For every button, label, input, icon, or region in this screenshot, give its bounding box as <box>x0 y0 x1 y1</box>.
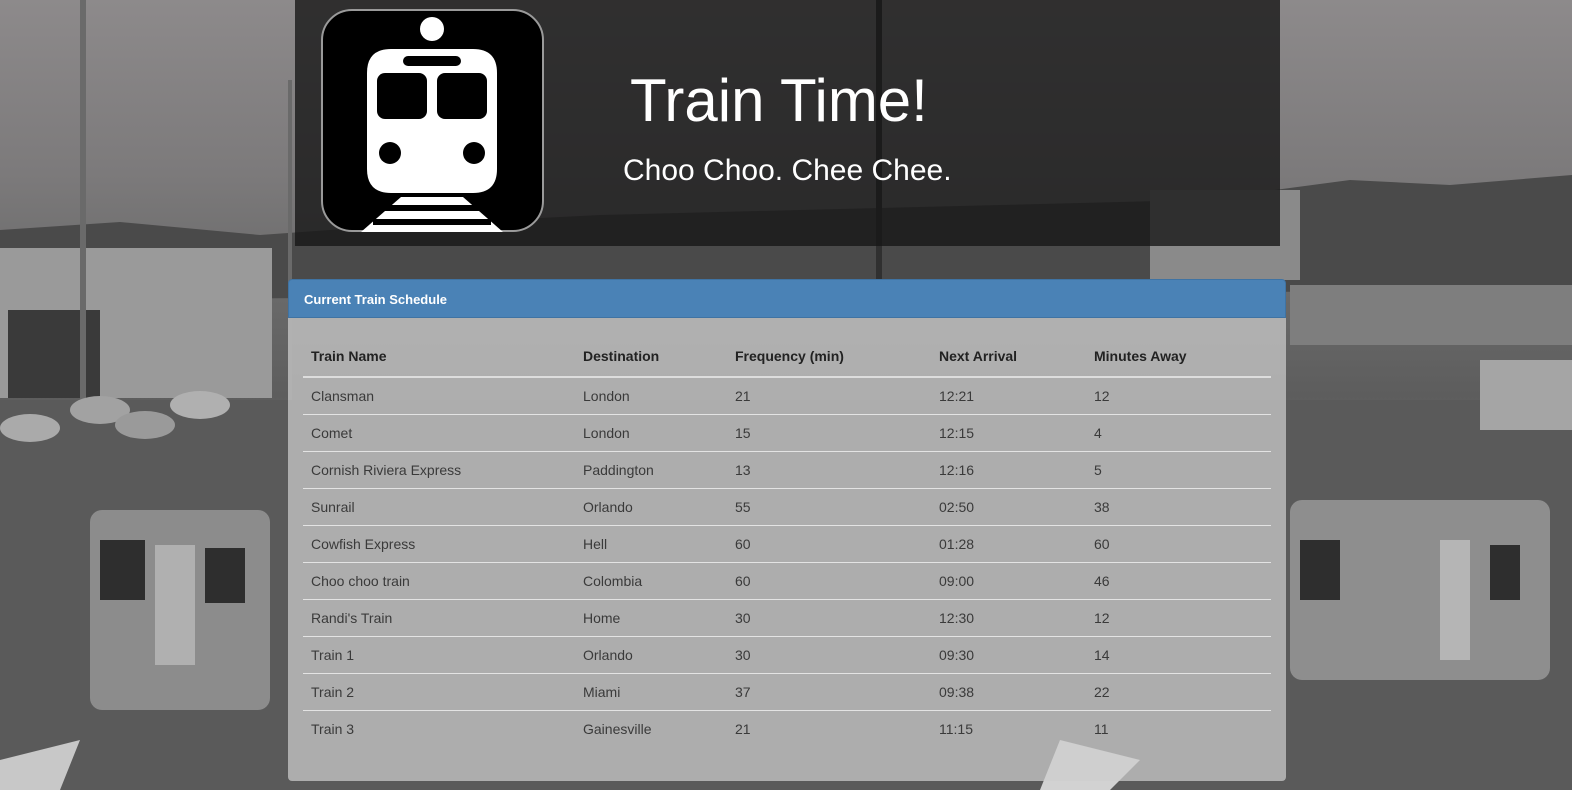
column-header-frequency: Frequency (min) <box>727 336 931 378</box>
cell-minutes-away: 12 <box>1086 599 1271 637</box>
cell-next-arrival: 09:30 <box>931 636 1086 674</box>
cell-destination: Colombia <box>575 562 727 600</box>
table-row: Train 1 Orlando 30 09:30 14 <box>303 636 1271 674</box>
table-header-row: Train Name Destination Frequency (min) N… <box>303 336 1271 378</box>
cell-frequency: 60 <box>727 525 931 563</box>
table-row: Train 3 Gainesville 21 11:15 11 <box>303 710 1271 747</box>
column-header-destination: Destination <box>575 336 727 378</box>
cell-destination: Orlando <box>575 636 727 674</box>
cell-frequency: 37 <box>727 673 931 711</box>
column-header-next-arrival: Next Arrival <box>931 336 1086 378</box>
cell-next-arrival: 12:21 <box>939 388 975 404</box>
cell-minutes-away: 60 <box>1086 525 1271 563</box>
cell-next-arrival: 09:00 <box>931 562 1086 600</box>
cell-destination: Gainesville <box>575 710 727 747</box>
cell-train-name: Train 2 <box>303 673 575 711</box>
cell-next-arrival: 02:50 <box>931 488 1086 526</box>
cell-train-name: Cowfish Express <box>303 525 575 563</box>
cell-next-arrival: 11:15 <box>931 710 1086 747</box>
cell-frequency: 21 <box>727 710 931 747</box>
cell-minutes-away: 14 <box>1086 636 1271 674</box>
train-front-icon <box>321 9 544 232</box>
cell-train-name: Sunrail <box>303 488 575 526</box>
cell-destination: Hell <box>575 525 727 563</box>
table-row: Randi's Train Home 30 12:30 12 <box>303 599 1271 637</box>
page-subtitle: Choo Choo. Chee Chee. <box>623 154 952 187</box>
cell-next-arrival: 12:30 <box>931 599 1086 637</box>
cell-minutes-away: 38 <box>1086 488 1271 526</box>
table-row: Cowfish Express Hell 60 01:28 60 <box>303 525 1271 563</box>
cell-train-name: Train 3 <box>303 710 575 747</box>
cell-minutes-away: 11 <box>1086 710 1271 747</box>
cell-train-name: Clansman <box>311 388 375 404</box>
column-header-minutes-away: Minutes Away <box>1086 336 1271 378</box>
cell-minutes-away: 4 <box>1086 414 1271 452</box>
schedule-panel: Current Train Schedule Train Name Destin… <box>288 279 1286 781</box>
cell-train-name: Choo choo train <box>303 562 575 600</box>
cell-next-arrival: 09:38 <box>931 673 1086 711</box>
cell-train-name: Comet <box>303 414 575 452</box>
cell-frequency: 55 <box>727 488 931 526</box>
panel-body: Train Name Destination Frequency (min) N… <box>288 318 1286 781</box>
cell-frequency: 60 <box>727 562 931 600</box>
page-title: Train Time! <box>630 67 928 134</box>
table-row: Sunrail Orlando 55 02:50 38 <box>303 488 1271 526</box>
cell-minutes-away: 46 <box>1086 562 1271 600</box>
cell-frequency: 30 <box>727 599 931 637</box>
cell-destination: Home <box>575 599 727 637</box>
table-row: Clansman London 21 12:21 12 <box>303 377 1271 415</box>
cell-minutes-away: 5 <box>1086 451 1271 489</box>
cell-destination: London <box>583 388 630 404</box>
cell-minutes-away: 22 <box>1086 673 1271 711</box>
site-header: Train Time! Choo Choo. Chee Chee. <box>295 0 1280 246</box>
cell-next-arrival: 01:28 <box>931 525 1086 563</box>
cell-frequency: 15 <box>727 414 931 452</box>
cell-frequency: 13 <box>727 451 931 489</box>
cell-minutes-away: 12 <box>1094 388 1110 404</box>
table-row: Cornish Riviera Express Paddington 13 12… <box>303 451 1271 489</box>
schedule-table: Train Name Destination Frequency (min) N… <box>303 336 1271 747</box>
cell-train-name: Cornish Riviera Express <box>303 451 575 489</box>
table-row: Train 2 Miami 37 09:38 22 <box>303 673 1271 711</box>
cell-destination: Paddington <box>575 451 727 489</box>
cell-next-arrival: 12:15 <box>931 414 1086 452</box>
cell-frequency: 30 <box>727 636 931 674</box>
panel-title: Current Train Schedule <box>288 279 1286 318</box>
table-row: Choo choo train Colombia 60 09:00 46 <box>303 562 1271 600</box>
cell-destination: Miami <box>575 673 727 711</box>
column-header-train-name: Train Name <box>303 336 575 378</box>
table-row: Comet London 15 12:15 4 <box>303 414 1271 452</box>
cell-destination: Orlando <box>575 488 727 526</box>
cell-next-arrival: 12:16 <box>931 451 1086 489</box>
cell-frequency: 21 <box>735 388 751 404</box>
cell-train-name: Train 1 <box>303 636 575 674</box>
cell-destination: London <box>575 414 727 452</box>
cell-train-name: Randi's Train <box>303 599 575 637</box>
